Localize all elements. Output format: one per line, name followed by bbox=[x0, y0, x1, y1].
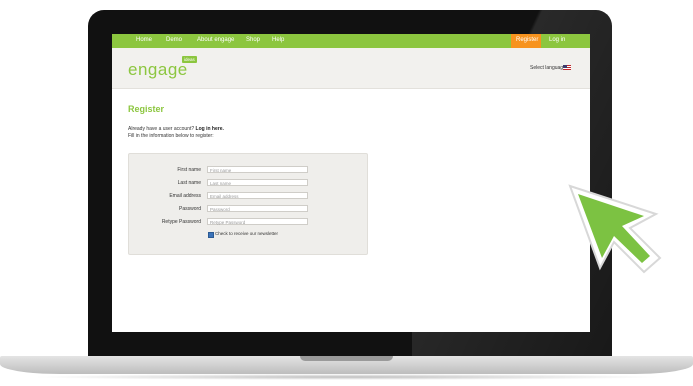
nav-home[interactable]: Home bbox=[136, 37, 152, 43]
intro-instructions: Fill in the information below to registe… bbox=[128, 133, 214, 139]
last-name-label: Last name bbox=[177, 180, 201, 186]
site-header: engage ideas Select language bbox=[112, 48, 590, 89]
nav-shop[interactable]: Shop bbox=[246, 37, 260, 43]
login-link[interactable]: Log in bbox=[549, 37, 565, 43]
retype-password-field[interactable]: Retype Password bbox=[207, 218, 308, 225]
retype-password-label: Retype Password bbox=[161, 219, 201, 225]
page-title: Register bbox=[128, 104, 165, 114]
register-form: First name First name Last name Last nam… bbox=[128, 153, 368, 255]
first-name-label: First name bbox=[177, 167, 201, 173]
flag-us-icon[interactable] bbox=[563, 65, 571, 70]
login-here-link[interactable]: Log in here. bbox=[196, 126, 224, 132]
password-label: Password bbox=[179, 206, 201, 212]
top-navigation: Home Demo About engage Shop Help Registe… bbox=[112, 34, 590, 48]
nav-demo[interactable]: Demo bbox=[166, 37, 182, 43]
laptop-base bbox=[0, 356, 693, 374]
register-tab[interactable]: Register bbox=[511, 34, 541, 48]
first-name-field[interactable]: First name bbox=[207, 166, 308, 173]
newsletter-label: Check to receive our newsletter bbox=[215, 231, 279, 236]
nav-help[interactable]: Help bbox=[272, 37, 284, 43]
select-language[interactable]: Select language bbox=[530, 65, 566, 71]
laptop-shadow bbox=[30, 374, 663, 380]
email-label: Email address bbox=[169, 193, 201, 199]
last-name-field[interactable]: Last name bbox=[207, 179, 308, 186]
engage-logo[interactable]: engage bbox=[128, 60, 188, 80]
logo-badge: ideas bbox=[182, 56, 197, 63]
intro-text: Already have a user account? Log in here… bbox=[128, 126, 224, 132]
cursor-arrow-icon bbox=[568, 184, 662, 274]
website-screen: Home Demo About engage Shop Help Registe… bbox=[112, 34, 590, 332]
intro-prefix: Already have a user account? bbox=[128, 126, 195, 132]
laptop-notch bbox=[300, 356, 393, 361]
register-tab-label: Register bbox=[516, 37, 539, 43]
nav-about-engage[interactable]: About engage bbox=[197, 37, 234, 43]
email-field[interactable]: Email address bbox=[207, 192, 308, 199]
checkbox-checked-icon[interactable] bbox=[208, 232, 214, 238]
password-field[interactable]: Password bbox=[207, 205, 308, 212]
